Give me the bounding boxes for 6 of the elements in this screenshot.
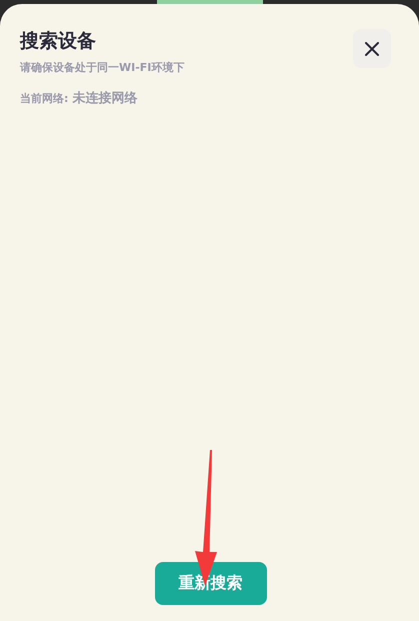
close-button[interactable] [353, 29, 391, 68]
network-label: 当前网络: [20, 91, 68, 106]
sheet-title: 搜索设备 [20, 29, 97, 54]
close-icon [365, 42, 379, 56]
network-value: 未连接网络 [72, 90, 138, 107]
hint-text: 请确保设备处于同一WI-FI环境下 [20, 60, 184, 75]
